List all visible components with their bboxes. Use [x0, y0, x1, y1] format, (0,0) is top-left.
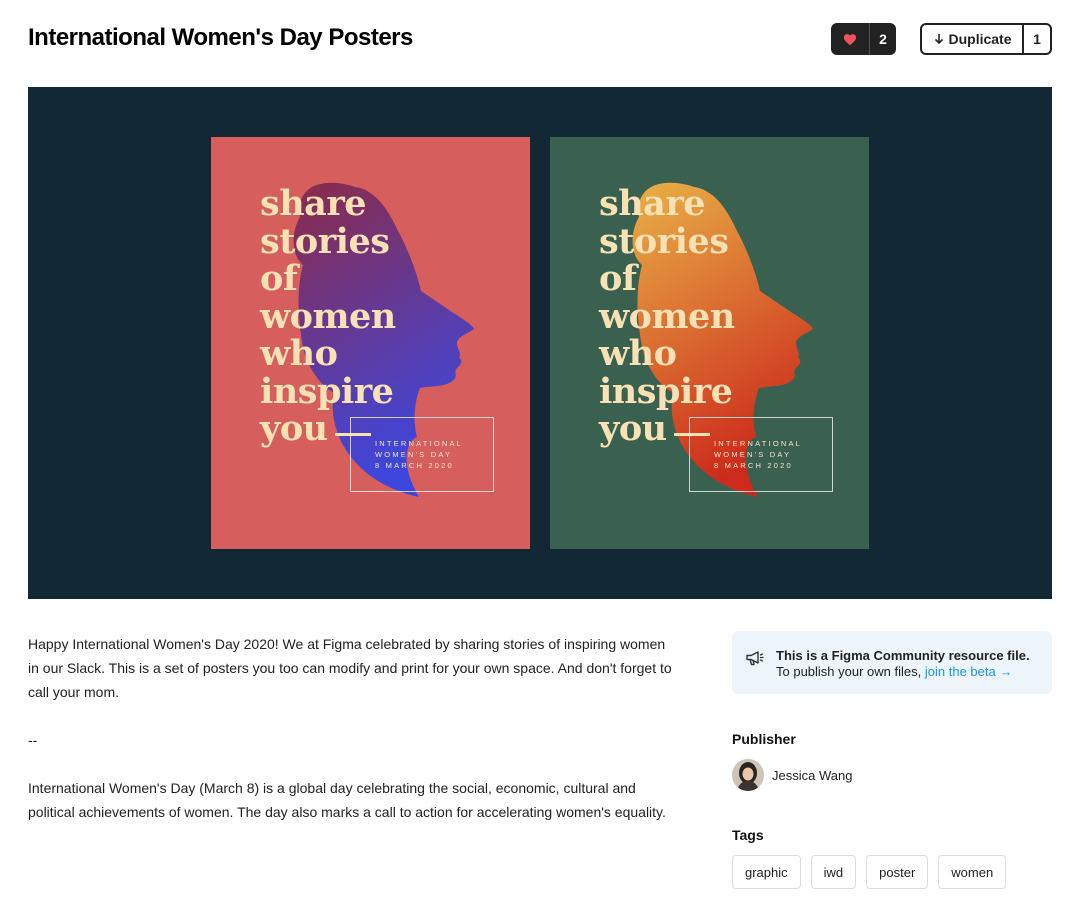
date-line: INTERNATIONAL [375, 439, 464, 448]
tags-heading: Tags [732, 827, 764, 843]
publisher-name[interactable]: Jessica Wang [772, 768, 852, 783]
headline-line: share [599, 183, 706, 224]
duplicate-button[interactable]: Duplicate 1 [920, 23, 1052, 55]
community-notice: This is a Figma Community resource file.… [732, 631, 1052, 694]
headline-line: stories [599, 220, 729, 262]
publisher-row[interactable]: Jessica Wang [732, 759, 852, 791]
headline-line: inspire [260, 370, 394, 412]
duplicate-count: 1 [1033, 31, 1041, 47]
tag-list: graphic iwd poster women [732, 855, 1007, 889]
tag-graphic[interactable]: graphic [732, 855, 801, 889]
poster-date-text: INTERNATIONAL WOMEN'S DAY 8 MARCH 2020 [714, 438, 802, 471]
tag-poster[interactable]: poster [866, 855, 929, 889]
headline-line: who [260, 333, 338, 374]
headline-line: of [260, 258, 298, 299]
poster-headline: share stories of women who inspire you [599, 185, 735, 448]
headline-line: women [260, 295, 396, 337]
headline-line: share [260, 183, 367, 224]
description-paragraph: Happy International Women's Day 2020! We… [28, 636, 672, 700]
headline-line: women [599, 295, 735, 337]
description-paragraph: International Women's Day (March 8) is a… [28, 780, 666, 820]
file-description: Happy International Women's Day 2020! We… [28, 632, 678, 848]
tag-iwd[interactable]: iwd [810, 855, 857, 889]
avatar[interactable] [732, 759, 764, 791]
megaphone-icon [746, 651, 764, 666]
arrow-down-icon [935, 34, 944, 45]
description-separator: -- [28, 732, 38, 748]
date-line: INTERNATIONAL [714, 439, 803, 448]
heart-icon [831, 23, 869, 55]
hero-preview: share stories of women who inspire you I… [28, 87, 1052, 599]
duplicate-label: Duplicate [948, 31, 1012, 47]
poster-green: share stories of women who inspire you I… [550, 137, 869, 549]
notice-body: To publish your own files, join the beta… [776, 664, 1012, 679]
date-line: 8 MARCH 2020 [375, 461, 454, 470]
like-button[interactable]: 2 [831, 23, 896, 55]
notice-body-text: To publish your own files, [776, 664, 922, 679]
poster-pink: share stories of women who inspire you I… [211, 137, 530, 549]
page-title: International Women's Day Posters [28, 24, 413, 51]
headline-line: stories [260, 220, 390, 262]
poster-date-text: INTERNATIONAL WOMEN'S DAY 8 MARCH 2020 [375, 438, 463, 471]
headline-line: of [599, 258, 637, 299]
tag-women[interactable]: women [938, 855, 1007, 889]
date-line: WOMEN'S DAY [714, 450, 792, 459]
publisher-heading: Publisher [732, 731, 796, 747]
headline-line: who [599, 333, 677, 374]
poster-headline: share stories of women who inspire you [260, 185, 396, 448]
notice-title: This is a Figma Community resource file. [776, 648, 1030, 663]
like-count: 2 [879, 31, 887, 47]
headline-line: inspire [599, 370, 733, 412]
join-beta-link[interactable]: join the beta → [925, 664, 1012, 679]
duplicate-label-wrap[interactable]: Duplicate [922, 31, 1022, 47]
date-line: WOMEN'S DAY [375, 450, 453, 459]
date-line: 8 MARCH 2020 [714, 461, 793, 470]
